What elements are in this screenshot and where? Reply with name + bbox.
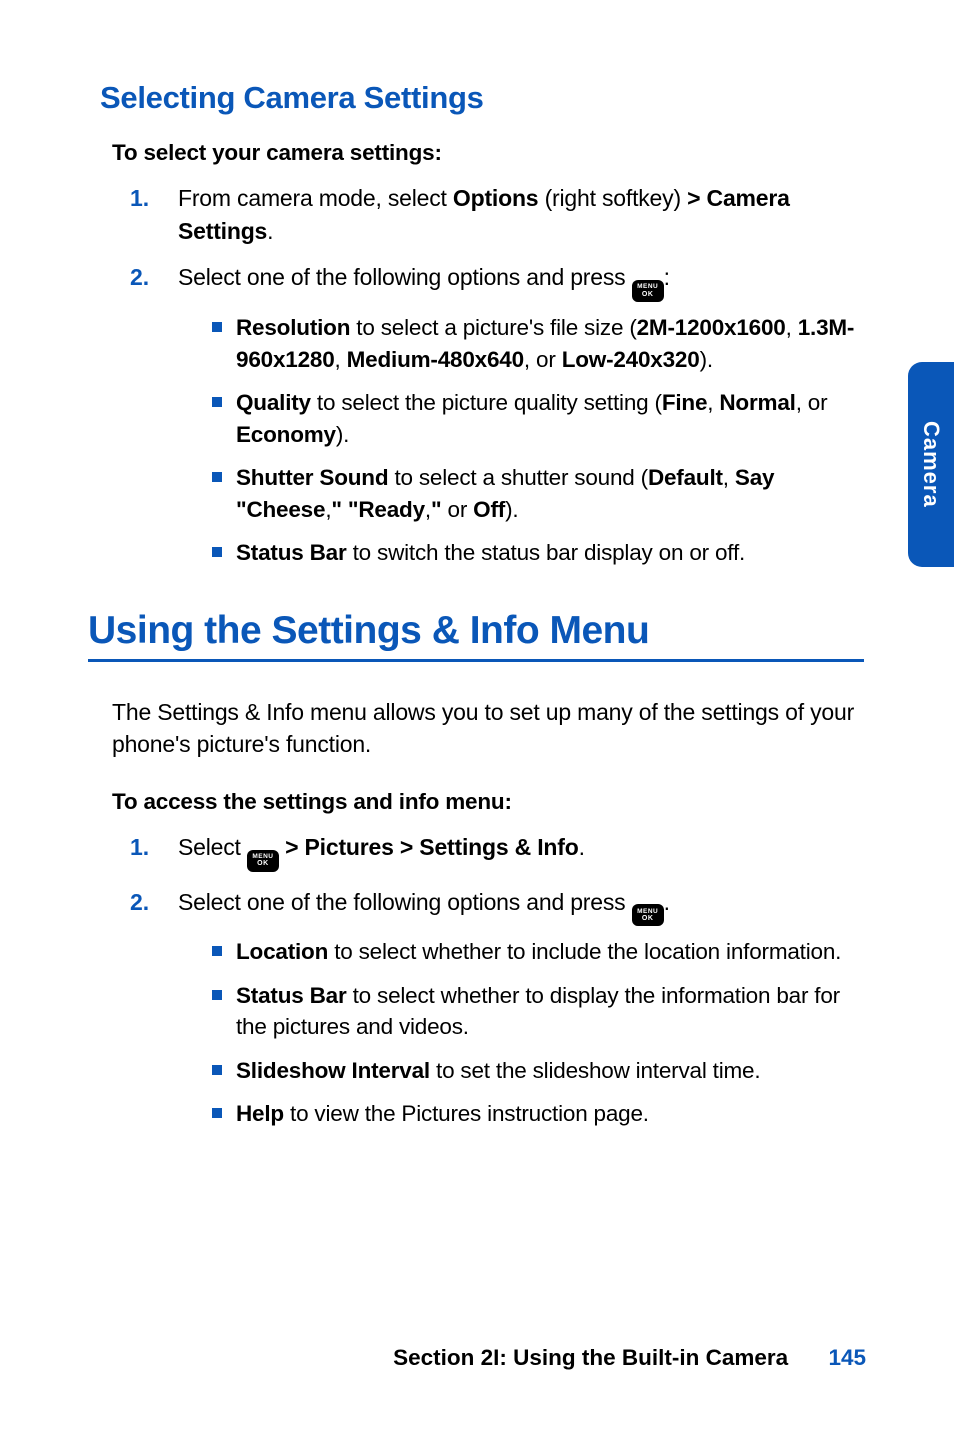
bullet-status-bar: Status Bar to select whether to display …	[212, 980, 864, 1043]
path-settings-info: > Pictures > Settings & Info	[279, 834, 579, 860]
step-body: Select one of the following options and …	[178, 886, 864, 1142]
page-footer: Section 2I: Using the Built-in Camera 14…	[0, 1345, 866, 1371]
text: .	[664, 889, 670, 915]
step-2: 2. Select one of the following options a…	[130, 886, 864, 1142]
text: .	[267, 218, 273, 244]
value: Low-240x320	[562, 347, 700, 372]
step-body: Select one of the following options and …	[178, 261, 864, 580]
value: Economy	[236, 422, 336, 447]
heading-selecting-camera-settings: Selecting Camera Settings	[100, 80, 864, 116]
label: Status Bar	[236, 540, 347, 565]
value: "	[431, 497, 441, 522]
text: , or	[524, 347, 562, 372]
steps-section1: 1. From camera mode, select Options (rig…	[130, 182, 864, 581]
text: ,	[707, 390, 719, 415]
text: ).	[700, 347, 713, 372]
text: (right softkey)	[538, 185, 687, 211]
label: Status Bar	[236, 983, 347, 1008]
bullet-slideshow-interval: Slideshow Interval to set the slideshow …	[212, 1055, 864, 1087]
value: 2M-1200x1600	[637, 315, 786, 340]
bullet-shutter-sound: Shutter Sound to select a shutter sound …	[212, 462, 864, 525]
label: Location	[236, 939, 328, 964]
bullet-resolution: Resolution to select a picture's file si…	[212, 312, 864, 375]
text: Select one of the following options and …	[178, 889, 632, 915]
menu-ok-icon: MENUOK	[632, 280, 664, 302]
label: Help	[236, 1101, 284, 1126]
side-tab-camera: Camera	[908, 362, 954, 567]
text: ).	[505, 497, 518, 522]
icon-bottom: OK	[257, 860, 269, 867]
text: ,	[723, 465, 735, 490]
page-number: 145	[828, 1345, 866, 1371]
bullet-quality: Quality to select the picture quality se…	[212, 387, 864, 450]
label: Quality	[236, 390, 311, 415]
step-number: 1.	[130, 182, 178, 247]
step-number: 2.	[130, 261, 178, 580]
label: Resolution	[236, 315, 350, 340]
value: Fine	[662, 390, 707, 415]
text: , or	[796, 390, 828, 415]
text: From camera mode, select	[178, 185, 453, 211]
text: :	[664, 264, 670, 290]
text: ,	[786, 315, 798, 340]
step-body: From camera mode, select Options (right …	[178, 182, 864, 247]
text: to select whether to include the locatio…	[328, 939, 841, 964]
bullet-status-bar: Status Bar to switch the status bar disp…	[212, 537, 864, 569]
text: ,	[335, 347, 347, 372]
lead-to-access-settings: To access the settings and info menu:	[112, 789, 864, 815]
text: to select a shutter sound (	[388, 465, 648, 490]
side-tab-label: Camera	[918, 421, 944, 508]
text: to switch the status bar display on or o…	[347, 540, 746, 565]
step-number: 2.	[130, 886, 178, 1142]
text: to select a picture's file size (	[350, 315, 636, 340]
lead-to-select-camera: To select your camera settings:	[112, 140, 864, 166]
bullet-help: Help to view the Pictures instruction pa…	[212, 1098, 864, 1130]
bullet-list: Location to select whether to include th…	[212, 936, 864, 1130]
step-1: 1. From camera mode, select Options (rig…	[130, 182, 864, 247]
value: " "Ready	[331, 497, 425, 522]
step-body: Select MENUOK > Pictures > Settings & In…	[178, 831, 864, 872]
step-1: 1. Select MENUOK > Pictures > Settings &…	[130, 831, 864, 872]
value: Normal	[719, 390, 795, 415]
manual-page: Camera Selecting Camera Settings To sele…	[0, 0, 954, 1431]
intro-paragraph: The Settings & Info menu allows you to s…	[112, 696, 864, 761]
label: Shutter Sound	[236, 465, 388, 490]
bullet-location: Location to select whether to include th…	[212, 936, 864, 968]
text: Select one of the following options and …	[178, 264, 632, 290]
value: Medium-480x640	[347, 347, 524, 372]
menu-ok-icon: MENUOK	[247, 850, 279, 872]
heading-using-settings-info: Using the Settings & Info Menu	[88, 609, 864, 662]
icon-bottom: OK	[642, 291, 654, 298]
text: or	[441, 497, 473, 522]
text: to view the Pictures instruction page.	[284, 1101, 649, 1126]
step-2: 2. Select one of the following options a…	[130, 261, 864, 580]
text: Select	[178, 834, 247, 860]
text: ).	[336, 422, 349, 447]
options-label: Options	[453, 185, 538, 211]
bullet-list: Resolution to select a picture's file si…	[212, 312, 864, 569]
footer-section: Section 2I: Using the Built-in Camera	[393, 1345, 788, 1370]
value: Default	[648, 465, 723, 490]
icon-bottom: OK	[642, 915, 654, 922]
text: to set the slideshow interval time.	[430, 1058, 760, 1083]
menu-ok-icon: MENUOK	[632, 904, 664, 926]
step-number: 1.	[130, 831, 178, 872]
steps-section2: 1. Select MENUOK > Pictures > Settings &…	[130, 831, 864, 1142]
label: Slideshow Interval	[236, 1058, 430, 1083]
value: Off	[473, 497, 505, 522]
text: to select the picture quality setting (	[311, 390, 662, 415]
text: .	[579, 834, 585, 860]
